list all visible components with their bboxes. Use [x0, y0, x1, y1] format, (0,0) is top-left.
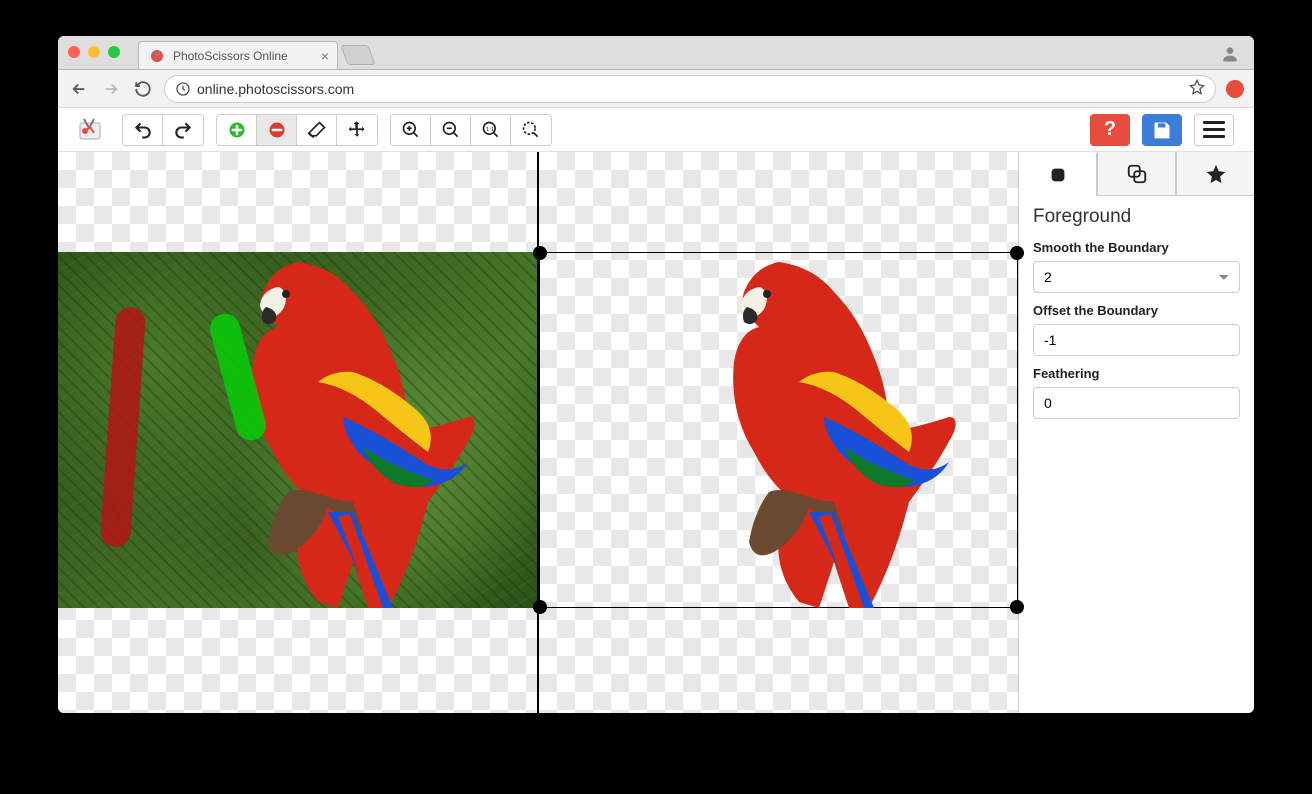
feather-input[interactable] [1033, 387, 1240, 419]
offset-label: Offset the Boundary [1033, 303, 1240, 318]
smooth-select[interactable]: 2 [1033, 261, 1240, 293]
zoom-actual-button[interactable]: 1:1 [471, 115, 511, 145]
url-text: online.photoscissors.com [197, 81, 354, 97]
move-button[interactable] [337, 115, 377, 145]
source-panel[interactable] [58, 152, 539, 713]
undo-button[interactable] [123, 115, 163, 145]
bookmark-star-icon[interactable] [1189, 79, 1205, 98]
mark-background-button[interactable] [257, 115, 297, 145]
workspace: Foreground Smooth the Boundary 2 Offset … [58, 152, 1254, 713]
feather-label: Feathering [1033, 366, 1240, 381]
eraser-button[interactable] [297, 115, 337, 145]
profile-icon[interactable] [1220, 44, 1240, 64]
window-max-dot[interactable] [108, 46, 120, 58]
app-logo-icon [78, 117, 104, 143]
canvas-area [58, 152, 1018, 713]
address-bar-row: online.photoscissors.com [58, 70, 1254, 108]
back-button[interactable] [68, 78, 90, 100]
window-close-dot[interactable] [68, 46, 80, 58]
browser-window: PhotoScissors Online × online.photosciss… [58, 36, 1254, 713]
zoom-fit-button[interactable] [511, 115, 551, 145]
sidebar-tab-background[interactable] [1097, 152, 1176, 196]
zoom-out-button[interactable] [431, 115, 471, 145]
window-min-dot[interactable] [88, 46, 100, 58]
favicon-icon [149, 48, 165, 64]
result-panel[interactable] [539, 152, 1018, 713]
tab-title: PhotoScissors Online [173, 49, 288, 63]
help-button[interactable]: ? [1090, 114, 1130, 146]
svg-text:1:1: 1:1 [486, 126, 494, 132]
save-button[interactable] [1142, 114, 1182, 146]
sidebar-content: Foreground Smooth the Boundary 2 Offset … [1019, 196, 1254, 429]
sidebar: Foreground Smooth the Boundary 2 Offset … [1018, 152, 1254, 713]
browser-tabstrip: PhotoScissors Online × [58, 36, 1254, 70]
forward-button[interactable] [100, 78, 122, 100]
offset-input[interactable] [1033, 324, 1240, 356]
smooth-label: Smooth the Boundary [1033, 240, 1240, 255]
sidebar-tab-effects[interactable] [1176, 152, 1254, 196]
sidebar-tabs [1019, 152, 1254, 196]
extension-icon[interactable] [1226, 80, 1244, 98]
new-tab-button[interactable] [340, 45, 375, 65]
zoom-in-button[interactable] [391, 115, 431, 145]
tab-close-icon[interactable]: × [321, 48, 329, 64]
sidebar-title: Foreground [1033, 206, 1240, 228]
app-toolbar: 1:1 ? [58, 108, 1254, 152]
browser-tab[interactable]: PhotoScissors Online × [138, 41, 338, 69]
sidebar-tab-foreground[interactable] [1019, 152, 1097, 196]
source-image [58, 252, 537, 608]
parrot-cutout [659, 252, 959, 608]
reload-button[interactable] [132, 78, 154, 100]
extension-icons [1226, 80, 1244, 98]
address-bar[interactable]: online.photoscissors.com [164, 75, 1216, 103]
mark-foreground-button[interactable] [217, 115, 257, 145]
menu-button[interactable] [1194, 114, 1234, 146]
redo-button[interactable] [163, 115, 203, 145]
result-image [539, 252, 1018, 608]
